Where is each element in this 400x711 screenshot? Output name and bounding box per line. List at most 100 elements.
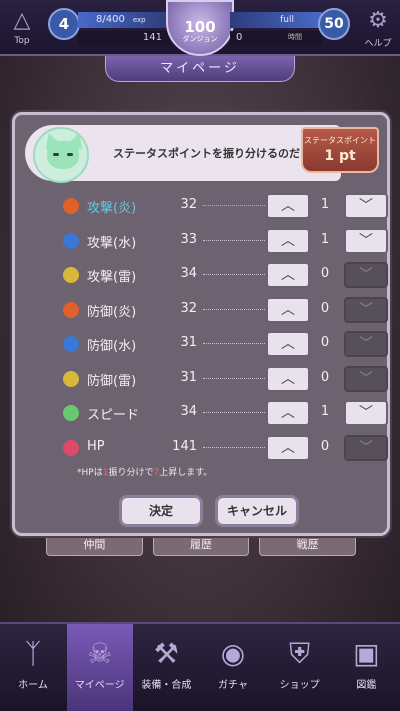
top-bar: △ Top 4 8/400exp ● 141 100 ダンジョン full 0 … <box>0 0 400 56</box>
exp-unit: exp <box>132 16 146 24</box>
stat-value: 34 <box>180 266 197 281</box>
nav-item[interactable]: ▣ 図鑑 <box>333 624 399 711</box>
dungeon-medal[interactable]: 100 ダンジョン <box>166 0 234 56</box>
nav-item[interactable]: ☠ マイページ <box>66 624 133 711</box>
element-icon <box>63 267 79 283</box>
stat-row: 防御(水) 31 ︿ 0 ﹀ <box>15 329 388 359</box>
stat-row: スピード 34 ︿ 1 ﹀ <box>15 398 388 428</box>
nav-item[interactable]: ⛨ ショップ <box>267 624 333 711</box>
stat-value: 32 <box>180 197 197 212</box>
increase-button[interactable]: ︿ <box>266 227 310 254</box>
stamina-badge: 50 <box>318 8 350 40</box>
stat-name: 防御(水) <box>87 339 137 354</box>
dotted-divider <box>203 377 265 379</box>
stat-name: 防御(炎) <box>87 304 137 320</box>
cancel-button[interactable]: キャンセル <box>215 495 299 527</box>
full-bar: full <box>230 12 322 28</box>
confirm-button[interactable]: 決定 <box>119 495 203 527</box>
nav-label: 図鑑 <box>356 680 377 691</box>
stat-name: HP <box>87 438 105 454</box>
stat-name: 攻撃(炎) <box>87 201 137 216</box>
increase-button[interactable]: ︿ <box>266 262 310 288</box>
stat-row: 攻撃(炎) 32 ︿ 1 ﹀ <box>15 191 388 221</box>
nav-icon: ⚒ <box>153 637 179 670</box>
allocated-points: 0 <box>320 266 330 281</box>
stat-name: 攻撃(雷) <box>87 270 137 285</box>
increase-button[interactable]: ︿ <box>266 331 310 357</box>
decrease-button[interactable]: ﹀ <box>344 296 388 323</box>
stat-value: 141 <box>172 438 197 454</box>
help-button-label: ヘルプ <box>364 39 392 49</box>
status-points-dialog: ステータスポイントを振り分けるのだ ステータスポイント 1 pt 攻撃(炎) 32… <box>12 112 390 536</box>
dotted-divider <box>203 274 265 275</box>
background-tabs: 仲間 履歴 戦歴 <box>46 534 357 556</box>
decrease-button[interactable]: ﹀ <box>344 193 388 219</box>
stat-name: スピード <box>87 408 140 423</box>
exp-text: 8/400 <box>96 14 125 25</box>
allocated-points: 1 <box>320 404 330 419</box>
element-icon <box>63 439 79 456</box>
dotted-divider <box>203 343 265 344</box>
gear-icon: ⚙ <box>368 8 388 33</box>
mascot-avatar <box>33 127 89 183</box>
element-icon <box>63 198 79 214</box>
nav-icon: ◉ <box>220 637 246 670</box>
dotted-divider <box>203 308 265 310</box>
dotted-divider <box>203 239 265 241</box>
allocated-points: 0 <box>320 300 330 316</box>
stat-value: 34 <box>180 404 197 419</box>
stat-row: HP 141 ︿ 0 ﹀ <box>15 433 388 463</box>
medal-value: 100 <box>184 18 216 36</box>
nav-item[interactable]: ᛉ ホーム <box>0 624 66 711</box>
allocated-points: 1 <box>320 231 330 247</box>
bg-tab: 仲間 <box>46 534 143 556</box>
stamina-label: 時間 <box>288 33 302 41</box>
dotted-divider <box>203 205 265 206</box>
dotted-divider <box>203 446 265 448</box>
triangle-icon: △ <box>13 8 31 33</box>
stat-value: 31 <box>180 369 197 385</box>
stat-row: 防御(炎) 32 ︿ 0 ﹀ <box>15 295 388 325</box>
hp-note: *HPは1振り分けで7上昇します。 <box>77 465 212 478</box>
decrease-button[interactable]: ﹀ <box>344 434 388 461</box>
level-badge: 4 <box>48 8 80 40</box>
nav-item[interactable]: ⚒ 装備・合成 <box>133 624 199 711</box>
decrease-button[interactable]: ﹀ <box>344 331 388 357</box>
stat-row: 攻撃(雷) 34 ︿ 0 ﹀ <box>15 260 388 290</box>
medal-label: ダンジョン <box>182 35 218 43</box>
nav-label: マイページ <box>74 680 125 691</box>
nav-label: ホーム <box>18 680 48 691</box>
bg-tab: 戦歴 <box>259 534 357 556</box>
increase-button[interactable]: ︿ <box>266 296 310 323</box>
increase-button[interactable]: ︿ <box>266 434 310 461</box>
top-button[interactable]: △ Top <box>0 6 44 52</box>
stat-row: 攻撃(水) 33 ︿ 1 ﹀ <box>15 226 388 256</box>
dotted-divider <box>203 412 265 413</box>
increase-button[interactable]: ︿ <box>266 400 310 426</box>
stamina-value: 0 <box>230 31 322 45</box>
nav-label: ガチャ <box>218 680 248 691</box>
decrease-button[interactable]: ﹀ <box>344 400 388 426</box>
decrease-button[interactable]: ﹀ <box>344 365 388 392</box>
stat-value: 33 <box>180 231 197 247</box>
increase-button[interactable]: ︿ <box>266 193 310 219</box>
help-button[interactable]: ⚙ ヘルプ <box>356 6 400 52</box>
stat-row: 防御(雷) 31 ︿ 0 ﹀ <box>15 364 388 394</box>
top-button-label: Top <box>14 36 30 46</box>
increase-button[interactable]: ︿ <box>266 365 310 392</box>
element-icon <box>63 301 79 318</box>
exp-bar: 8/400 exp <box>78 12 170 28</box>
allocated-points: 1 <box>320 197 330 212</box>
status-points-label: ステータスポイント <box>304 136 376 145</box>
decrease-button[interactable]: ﹀ <box>344 262 388 288</box>
page-title: マイページ <box>105 56 295 82</box>
status-points-box: ステータスポイント 1 pt <box>301 127 379 173</box>
nav-label: 装備・合成 <box>141 680 192 691</box>
bottom-nav: ᛉ ホーム ☠ マイページ ⚒ 装備・合成 ◉ ガチャ ⛨ ショップ ▣ 図鑑 <box>0 622 400 711</box>
allocated-points: 0 <box>320 369 330 385</box>
decrease-button[interactable]: ﹀ <box>344 227 388 254</box>
nav-item[interactable]: ◉ ガチャ <box>200 624 266 711</box>
note-text: 上昇します。 <box>159 468 213 478</box>
element-icon <box>63 336 79 352</box>
money-value: 141 <box>78 31 170 45</box>
